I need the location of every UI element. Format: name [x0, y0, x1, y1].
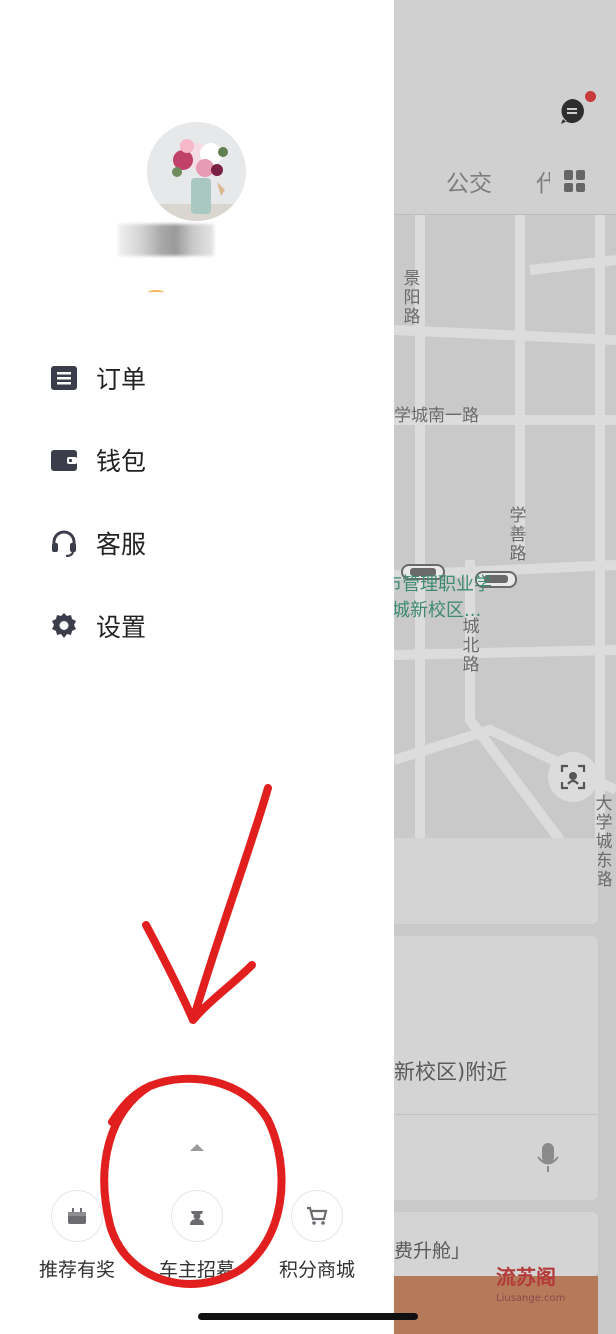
flower-vase-image: [147, 122, 246, 221]
wallet-icon: [50, 446, 78, 474]
shortcut-points-mall[interactable]: 积分商城: [267, 1190, 367, 1282]
watermark-sub: Liusange.com: [496, 1293, 566, 1304]
locate-icon: [560, 764, 586, 790]
pickup-location-text: 新校区)附近: [394, 1060, 508, 1084]
menu-item-orders[interactable]: 订单: [50, 358, 146, 398]
watermark: 流苏阁 Liusange.com: [496, 1266, 565, 1310]
home-indicator[interactable]: [198, 1313, 418, 1320]
shortcut-driver-recruit[interactable]: 车主招募: [147, 1190, 247, 1282]
poi-label[interactable]: 市管理职业学: [384, 572, 492, 598]
cart-icon: [307, 1206, 328, 1225]
headset-icon: [50, 529, 78, 557]
microphone-icon[interactable]: [536, 1142, 560, 1174]
menu-item-customer-service[interactable]: 客服: [50, 523, 146, 563]
shortcut-referral[interactable]: 推荐有奖: [27, 1190, 127, 1282]
level-badge-icon: [148, 290, 164, 295]
shortcut-label: 积分商城: [278, 1259, 355, 1281]
road-label: 学善路: [509, 506, 527, 564]
unread-dot: [585, 91, 596, 102]
road-label: 城北路: [462, 617, 480, 675]
gear-icon: [50, 612, 78, 640]
shortcut-circle: [291, 1190, 343, 1242]
message-icon[interactable]: [558, 97, 586, 125]
promo-text: 费升舱」: [394, 1240, 471, 1262]
menu-item-label: 订单: [96, 365, 147, 394]
menu-item-label: 设置: [96, 613, 147, 642]
watermark-title: 流苏阁: [496, 1265, 556, 1289]
expand-up-icon[interactable]: [190, 1144, 204, 1151]
shortcut-label: 推荐有奖: [38, 1259, 115, 1281]
menu-item-wallet[interactable]: 钱包: [50, 440, 146, 480]
tab-designated-driver[interactable]: 代: [536, 164, 550, 198]
grid-menu-icon[interactable]: [564, 170, 586, 192]
tab-bus[interactable]: 公交: [446, 164, 492, 198]
shortcut-circle: [171, 1190, 223, 1242]
destination-card[interactable]: [378, 838, 598, 924]
avatar[interactable]: [147, 122, 246, 221]
side-drawer: 订单 钱包 客服 设置 推荐有奖 车主招募 积分商城: [0, 0, 394, 1334]
menu-item-label: 客服: [96, 530, 147, 559]
road-label: 学城南一路: [394, 406, 479, 426]
shortcut-label: 车主招募: [158, 1259, 235, 1281]
username-blurred: [118, 224, 214, 256]
menu-item-settings[interactable]: 设置: [50, 606, 146, 646]
poi-label[interactable]: 城新校区...: [392, 598, 481, 624]
order-icon: [50, 364, 78, 392]
shortcut-circle: [51, 1190, 103, 1242]
locate-button[interactable]: [548, 752, 598, 802]
menu-item-label: 钱包: [96, 447, 147, 476]
road-label: 景阳路: [403, 269, 421, 327]
driver-icon: [190, 1211, 204, 1225]
gift-icon: [68, 1208, 86, 1224]
divider: [394, 1114, 598, 1115]
